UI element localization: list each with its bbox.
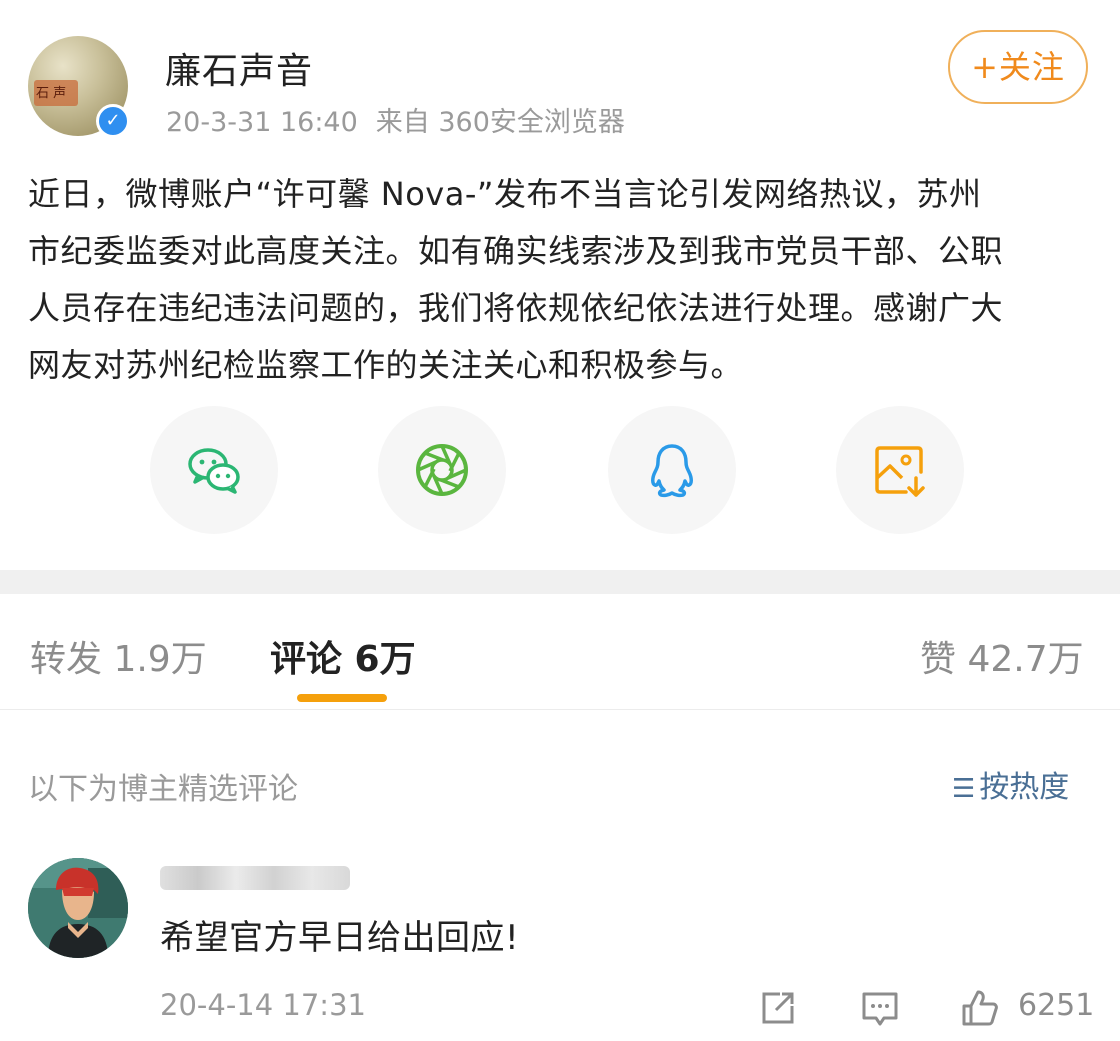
follow-button[interactable]: +关注 xyxy=(948,30,1088,104)
sort-label: 按热度 xyxy=(979,770,1070,805)
section-divider xyxy=(0,570,1120,594)
share-wechat-button[interactable] xyxy=(150,406,278,534)
moments-icon xyxy=(416,444,468,496)
share-comment-icon[interactable] xyxy=(758,988,798,1028)
share-moments-button[interactable] xyxy=(378,406,506,534)
commenter-name-redacted[interactable] xyxy=(160,860,360,894)
author-name[interactable]: 廉石声音 xyxy=(165,42,313,94)
avatar-seal-text: 石 声 xyxy=(36,86,67,101)
post-timestamp: 20-3-31 16:40 xyxy=(166,107,358,138)
post-source: 来自 360安全浏览器 xyxy=(375,107,625,138)
qq-icon xyxy=(651,444,693,498)
share-row xyxy=(0,406,1120,536)
like-thumb-icon[interactable] xyxy=(960,988,1000,1028)
interaction-tabs: 转发 1.9万 评论 6万 赞 42.7万 xyxy=(0,594,1120,710)
comment-timestamp: 20-4-14 17:31 xyxy=(160,988,366,1022)
post-header: 石 声 ✓ 廉石声音 20-3-31 16:40 来自 360安全浏览器 +关注 xyxy=(0,0,1120,150)
save-image-icon xyxy=(875,446,925,497)
comment-like-count: 6251 xyxy=(1018,988,1095,1023)
comment-text: 希望官方早日给出回应! xyxy=(160,918,520,958)
reply-comment-icon[interactable] xyxy=(860,988,900,1028)
sort-icon: ☰ xyxy=(952,774,976,804)
tab-like[interactable]: 赞 42.7万 xyxy=(920,630,1084,682)
wechat-icon xyxy=(188,448,240,494)
verified-badge-icon: ✓ xyxy=(96,104,130,138)
post-body-text: 近日，微博账户“许可馨 Nova-”发布不当言论引发网络热议，苏州 市纪委监委对… xyxy=(28,175,1004,384)
commenter-avatar[interactable] xyxy=(28,858,128,958)
save-image-button[interactable] xyxy=(836,406,964,534)
tab-repost[interactable]: 转发 1.9万 xyxy=(30,630,207,682)
tab-comment[interactable]: 评论 6万 xyxy=(270,630,416,682)
sort-button[interactable]: ☰ 按热度 xyxy=(952,762,1069,806)
selected-comments-label: 以下为博主精选评论 xyxy=(28,772,298,807)
active-tab-indicator xyxy=(297,694,387,702)
commenter-avatar-image xyxy=(28,858,128,958)
share-qq-button[interactable] xyxy=(608,406,736,534)
post-meta: 20-3-31 16:40 来自 360安全浏览器 xyxy=(166,100,625,139)
name-blur xyxy=(160,866,350,890)
